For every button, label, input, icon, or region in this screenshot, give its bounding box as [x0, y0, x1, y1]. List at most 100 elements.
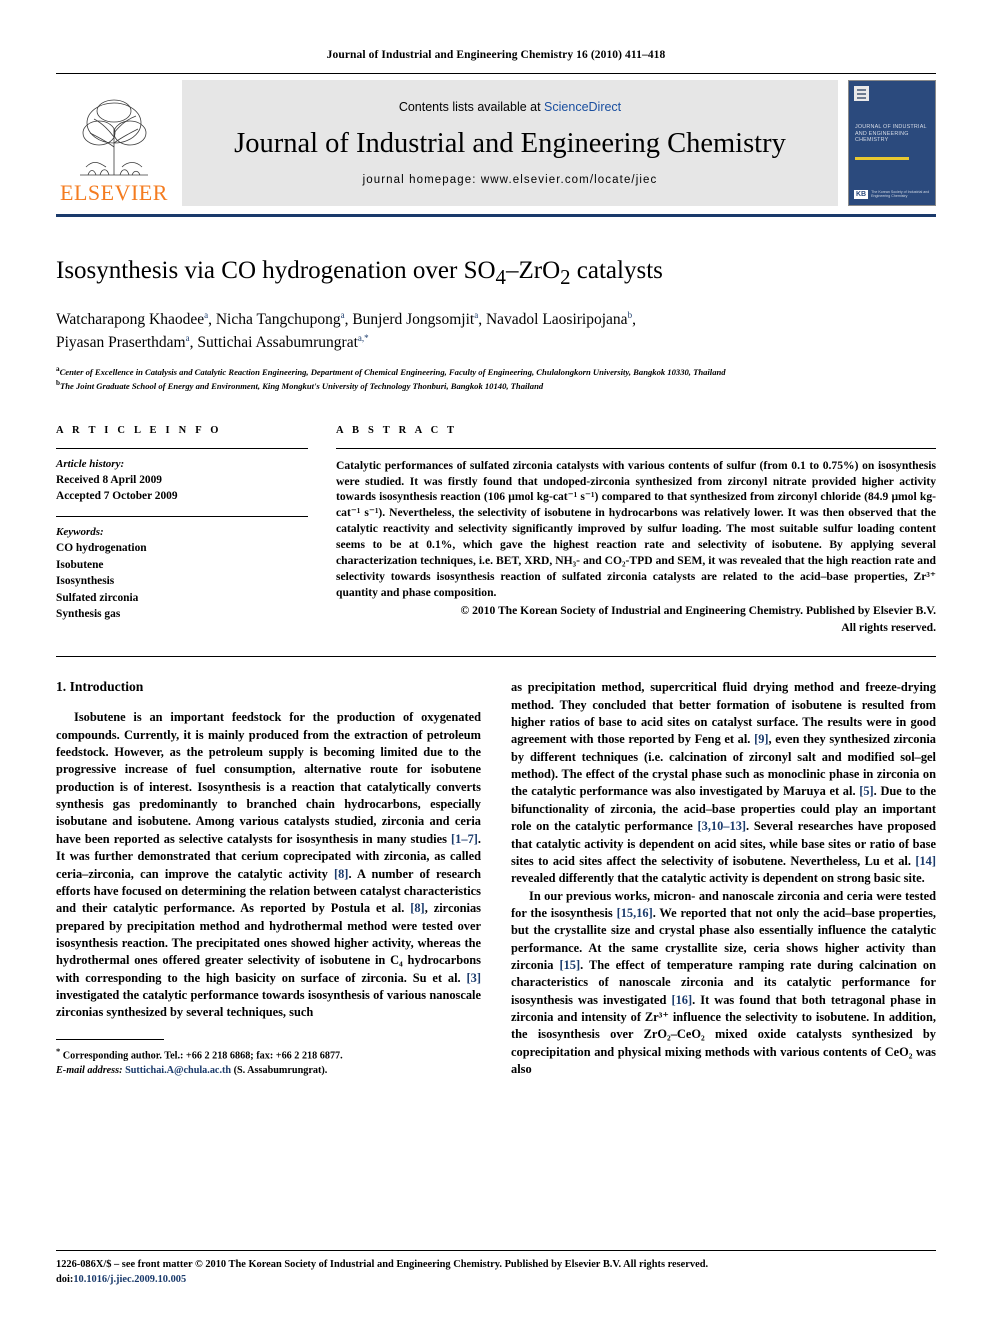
- running-head: Journal of Industrial and Engineering Ch…: [326, 49, 666, 61]
- doi-link[interactable]: 10.1016/j.jiec.2009.10.005: [73, 1274, 186, 1285]
- article-accepted-date: Accepted 7 October 2009: [56, 489, 178, 502]
- introduction-paragraph: as precipitation method, supercritical f…: [511, 680, 936, 886]
- author-entry[interactable]: Watcharapong Khaodeea: [56, 310, 208, 329]
- author-list: Watcharapong Khaodeea, Nicha Tangchupong…: [56, 308, 936, 355]
- section-title-introduction: 1. Introduction: [56, 679, 144, 695]
- keyword-item: Sulfated zirconia: [56, 591, 139, 604]
- author-entry[interactable]: Bunjerd Jongsomjita: [352, 310, 478, 329]
- abstract-copyright-line-1: © 2010 The Korean Society of Industrial …: [460, 603, 936, 617]
- footnote-rule: [56, 1039, 164, 1041]
- body-column-right: as precipitation method, supercritical f…: [511, 679, 936, 1078]
- elsevier-wordmark: ELSEVIER: [60, 180, 168, 205]
- author-separator: ,: [632, 311, 636, 329]
- cover-title-text: JOURNAL OF INDUSTRIAL AND ENGINEERING CH…: [855, 124, 927, 144]
- body-separator-rule: [56, 656, 936, 658]
- email-note: E-mail address: Suttichai.A@chula.ac.th …: [56, 1064, 481, 1078]
- cover-society-block: KB The Korean Society of Industrial and …: [854, 190, 930, 199]
- article-received-date: Received 8 April 2009: [56, 473, 162, 486]
- keyword-item: CO hydrogenation: [56, 542, 147, 555]
- cover-society-name: The Korean Society of Industrial and Eng…: [871, 189, 930, 199]
- journal-cover-thumbnail: JOURNAL OF INDUSTRIAL AND ENGINEERING CH…: [848, 80, 936, 206]
- contents-prefix: Contents lists available at: [398, 100, 545, 114]
- author-name: Suttichai Assabumrungrat: [197, 334, 358, 352]
- contents-available-line: Contents lists available at ScienceDirec…: [399, 100, 621, 114]
- article-info-column: A R T I C L E I N F O Article history: R…: [56, 425, 308, 637]
- author-entry[interactable]: Navadol Laosiripojanab: [485, 310, 632, 329]
- footer-issn-line: 1226-086X/$ – see front matter © 2010 Th…: [56, 1258, 709, 1270]
- affiliation-text: The Joint Graduate School of Energy and …: [59, 380, 544, 391]
- article-info-heading: A R T I C L E I N F O: [56, 424, 222, 436]
- abstract-heading: A B S T R A C T: [336, 424, 458, 436]
- citation-ref[interactable]: [14]: [915, 854, 936, 868]
- title-block: Isosynthesis via CO hydrogenation over S…: [56, 255, 936, 392]
- sciencedirect-link[interactable]: ScienceDirect: [544, 100, 621, 114]
- email-owner: (S. Assabumrungrat).: [233, 1065, 328, 1077]
- masthead-center: Contents lists available at ScienceDirec…: [182, 80, 838, 206]
- article-info-rule: [56, 447, 308, 449]
- body-column-left: 1. Introduction Isobutene is an importan…: [56, 679, 481, 1078]
- journal-title: Journal of Industrial and Engineering Ch…: [234, 128, 786, 159]
- keywords-label: Keywords:: [56, 526, 104, 539]
- author-name: Bunjerd Jongsomjit: [352, 311, 475, 329]
- footer-rule: [56, 1249, 936, 1251]
- paper-page: Journal of Industrial and Engineering Ch…: [0, 0, 992, 1323]
- author-entry[interactable]: Piyasan Praserthdama: [56, 333, 190, 352]
- journal-masthead: ELSEVIER Contents lists available at Sci…: [56, 80, 936, 206]
- citation-ref[interactable]: [5]: [859, 784, 873, 798]
- introduction-paragraph: In our previous works, micron- and nanos…: [511, 888, 936, 1077]
- footnote-block: * Corresponding author. Tel.: +66 2 218 …: [56, 1039, 481, 1078]
- cover-accent-bar: [855, 157, 909, 160]
- article-history-label: Article history:: [56, 457, 125, 470]
- citation-ref[interactable]: [15,16]: [617, 906, 653, 920]
- masthead-top-rule: [56, 73, 936, 74]
- citation-ref[interactable]: [8]: [410, 901, 424, 915]
- paper-title-dash: –ZrO: [505, 257, 561, 284]
- elsevier-logo: ELSEVIER: [56, 80, 172, 206]
- citation-ref[interactable]: [9]: [754, 732, 768, 746]
- citation-ref[interactable]: [1–7]: [451, 832, 478, 846]
- corresponding-author-text: Corresponding author. Tel.: +66 2 218 68…: [62, 1050, 343, 1062]
- affiliation-item: bThe Joint Graduate School of Energy and…: [56, 378, 936, 392]
- doi-label: doi:: [56, 1273, 74, 1285]
- email-label: E-mail address:: [56, 1065, 123, 1077]
- paper-title-part1: Isosynthesis via CO hydrogenation over S…: [56, 257, 496, 284]
- page-footer: 1226-086X/$ – see front matter © 2010 Th…: [56, 1249, 936, 1287]
- paper-title-sub2: 2: [560, 265, 571, 289]
- author-name: Piyasan Praserthdam: [56, 334, 186, 352]
- author-separator: ,: [208, 311, 216, 329]
- citation-ref[interactable]: [15]: [559, 958, 580, 972]
- keyword-item: Isobutene: [56, 558, 104, 571]
- masthead-bottom-rule: [56, 214, 936, 217]
- footnote-star-mark: *: [56, 1046, 61, 1057]
- author-entry[interactable]: Suttichai Assabumrungrata,*: [197, 333, 368, 352]
- email-link[interactable]: Suttichai.A@chula.ac.th: [125, 1065, 231, 1076]
- author-name: Navadol Laosiripojana: [485, 311, 628, 329]
- journal-homepage-line: journal homepage: www.elsevier.com/locat…: [362, 174, 658, 186]
- abstract-column: A B S T R A C T Catalytic performances o…: [336, 425, 936, 637]
- author-name: Watcharapong Khaodee: [56, 311, 205, 329]
- keywords-rule: [56, 516, 308, 518]
- citation-ref[interactable]: [3,10–13]: [698, 819, 747, 833]
- affiliation-item: aCenter of Excellence in Catalysis and C…: [56, 364, 936, 378]
- citation-ref[interactable]: [3]: [467, 971, 481, 985]
- abstract-copyright-line-2: All rights reserved.: [841, 621, 936, 635]
- footer-doi-line: doi:10.1016/j.jiec.2009.10.005: [56, 1272, 936, 1287]
- paper-title: Isosynthesis via CO hydrogenation over S…: [56, 255, 936, 290]
- introduction-paragraph: Isobutene is an important feedstock for …: [56, 710, 481, 1020]
- affiliation-text: Center of Excellence in Catalysis and Ca…: [59, 366, 726, 377]
- elsevier-tree-icon: [66, 89, 162, 181]
- paper-title-part2: catalysts: [570, 257, 663, 284]
- author-separator: ,: [478, 311, 486, 329]
- body-columns: 1. Introduction Isobutene is an importan…: [56, 679, 936, 1078]
- abstract-rule: [336, 447, 936, 449]
- abstract-text: Catalytic performances of sulfated zirco…: [336, 458, 936, 599]
- citation-ref[interactable]: [16]: [671, 993, 692, 1007]
- keyword-item: Isosynthesis: [56, 575, 115, 588]
- author-entry[interactable]: Nicha Tangchuponga: [215, 310, 345, 329]
- paper-title-sub1: 4: [495, 265, 506, 289]
- citation-ref[interactable]: [8]: [334, 867, 348, 881]
- keyword-item: Synthesis gas: [56, 608, 121, 621]
- corresponding-author-note: * Corresponding author. Tel.: +66 2 218 …: [56, 1045, 481, 1064]
- cover-society-badge: KB: [854, 189, 869, 199]
- author-name: Nicha Tangchupong: [215, 311, 341, 329]
